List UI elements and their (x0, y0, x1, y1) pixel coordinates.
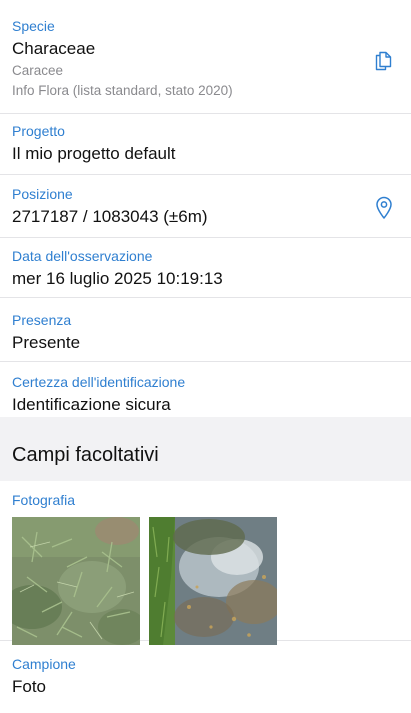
species-label: Specie (12, 18, 55, 34)
presence-label: Presenza (12, 312, 72, 328)
identification-certainty-field[interactable]: Certezza dell'identificazione Identifica… (0, 362, 411, 417)
position-value: 2717187 / 1083043 (±6m) (12, 207, 208, 226)
location-pin-icon[interactable] (371, 195, 397, 221)
photo-label: Fotografia (12, 492, 76, 508)
photo-list (12, 517, 399, 645)
project-label: Progetto (12, 123, 65, 139)
photo-thumbnail[interactable] (12, 517, 140, 645)
species-source: Info Flora (lista standard, stato 2020) (12, 83, 233, 98)
species-value: Characeae (12, 39, 96, 58)
observation-date-field[interactable]: Data dell'osservazione mer 16 luglio 202… (0, 238, 411, 298)
observation-date-label: Data dell'osservazione (12, 248, 153, 264)
presence-value: Presente (12, 333, 81, 352)
species-common-name: Caracee (12, 63, 64, 78)
copy-icon[interactable] (371, 47, 397, 73)
sample-label: Campione (12, 656, 76, 672)
position-field[interactable]: Posizione 2717187 / 1083043 (±6m) (0, 175, 411, 238)
photo-field: Fotografia (0, 481, 411, 645)
position-label: Posizione (12, 186, 73, 202)
optional-fields-header: Campi facoltativi (0, 417, 411, 481)
species-field[interactable]: Specie Characeae Caracee Info Flora (lis… (0, 0, 411, 114)
optional-fields-title: Campi facoltativi (12, 444, 159, 466)
identification-certainty-label: Certezza dell'identificazione (12, 374, 186, 390)
sample-field[interactable]: Campione Foto (0, 641, 411, 703)
sample-value: Foto (12, 677, 47, 696)
photo-thumbnail[interactable] (149, 517, 277, 645)
identification-certainty-value: Identificazione sicura (12, 395, 171, 414)
observation-form: Specie Characeae Caracee Info Flora (lis… (0, 0, 411, 703)
observation-date-value: mer 16 luglio 2025 10:19:13 (12, 269, 223, 288)
presence-field[interactable]: Presenza Presente (0, 298, 411, 362)
project-value: Il mio progetto default (12, 144, 176, 163)
project-field[interactable]: Progetto Il mio progetto default (0, 114, 411, 175)
